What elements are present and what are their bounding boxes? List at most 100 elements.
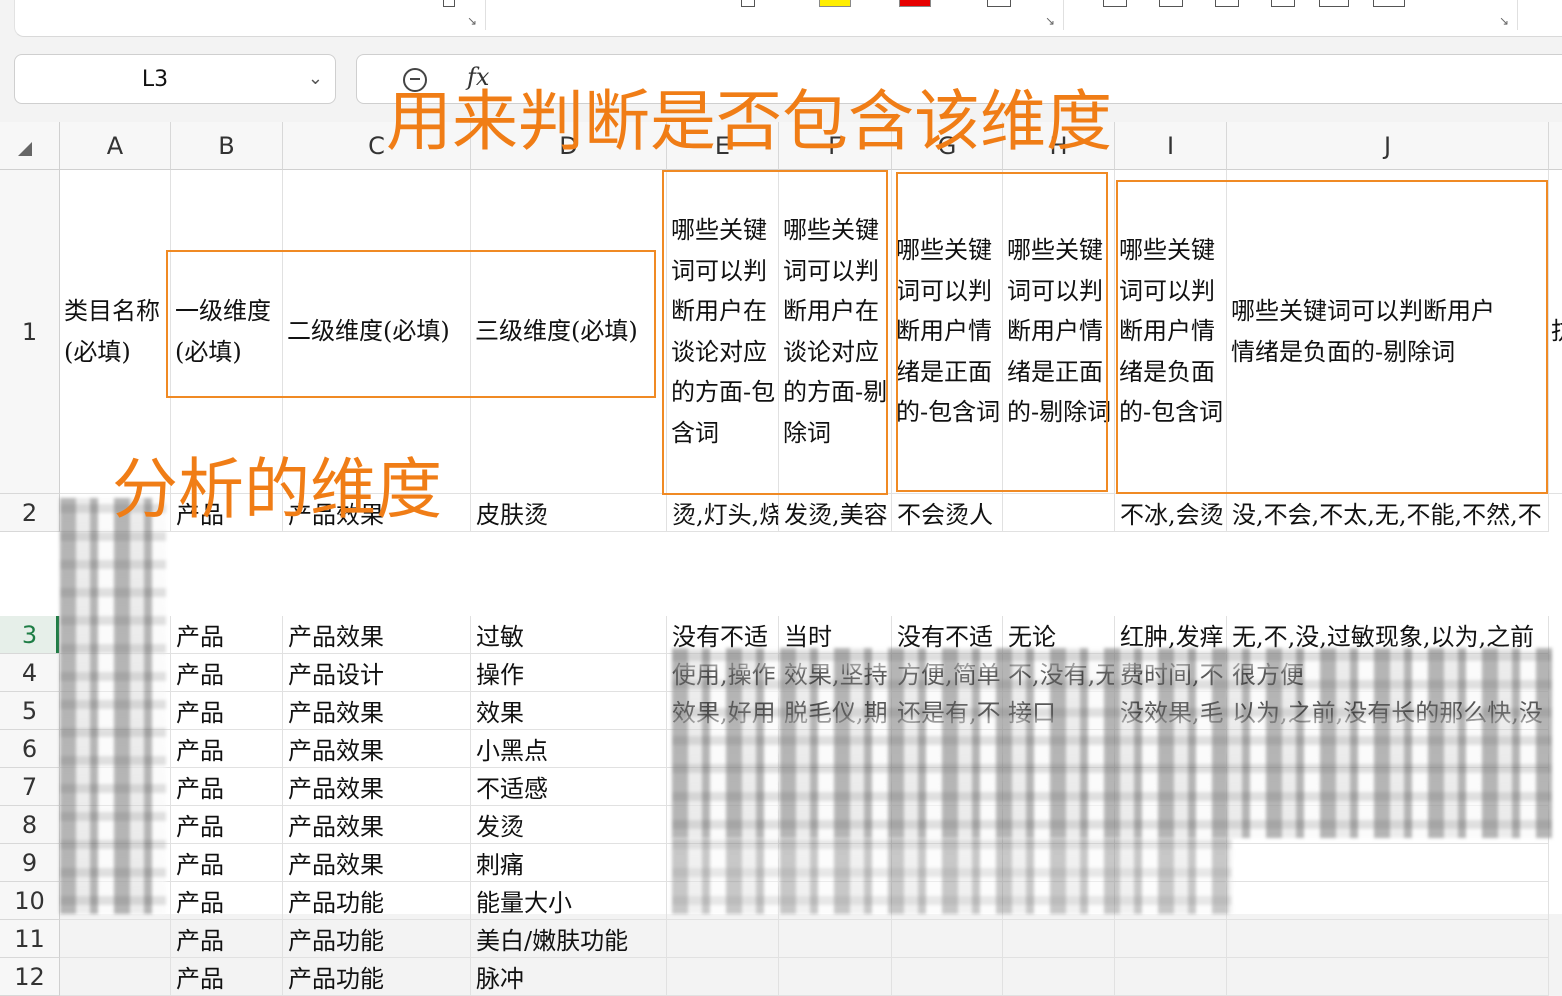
font-color-icon[interactable] <box>899 0 931 7</box>
table-cell[interactable]: 产品效果 <box>283 844 471 882</box>
align-center-icon[interactable] <box>1159 0 1183 7</box>
table-cell[interactable] <box>892 920 1003 958</box>
table-cell[interactable]: 美白/嫩肤功能 <box>471 920 667 958</box>
table-cell[interactable] <box>667 958 779 996</box>
table-cell[interactable]: 产品 <box>171 882 283 920</box>
table-cell[interactable] <box>60 958 171 996</box>
table-cell[interactable]: 不会烫人 <box>892 494 1003 532</box>
table-cell[interactable] <box>779 920 892 958</box>
table-cell[interactable] <box>60 920 171 958</box>
row-header-3[interactable]: 3 <box>0 616 60 654</box>
table-cell[interactable]: 产品 <box>171 692 283 730</box>
row-header-9[interactable]: 9 <box>0 844 60 882</box>
column-header-i[interactable]: I <box>1115 122 1227 170</box>
format-icon[interactable] <box>443 0 455 7</box>
table-cell[interactable]: 产品 <box>171 616 283 654</box>
table-cell[interactable]: 产品设计 <box>283 654 471 692</box>
header-cell-j1[interactable]: 哪些关键词可以判断用户情绪是负面的-剔除词 <box>1227 170 1549 494</box>
table-cell[interactable] <box>1003 494 1115 532</box>
table-cell[interactable]: 产品 <box>171 958 283 996</box>
row-header-1[interactable]: 1 <box>0 170 60 494</box>
row-header-11[interactable]: 11 <box>0 920 60 958</box>
table-cell[interactable]: 脉冲 <box>471 958 667 996</box>
blurred-keywords-area <box>672 648 1552 838</box>
table-cell[interactable]: 产品 <box>171 844 283 882</box>
row-header-6[interactable]: 6 <box>0 730 60 768</box>
table-cell[interactable]: 产品效果 <box>283 768 471 806</box>
table-cell[interactable] <box>1227 844 1549 882</box>
table-cell[interactable] <box>667 920 779 958</box>
dialog-launcher-icon[interactable]: ↘ <box>1045 14 1055 28</box>
table-cell[interactable]: 产品效果 <box>283 692 471 730</box>
table-cell[interactable] <box>1115 920 1227 958</box>
table-cell[interactable]: 产品 <box>171 768 283 806</box>
row-header-4[interactable]: 4 <box>0 654 60 692</box>
column-header-j[interactable]: J <box>1227 122 1549 170</box>
table-cell[interactable]: 刺痛 <box>471 844 667 882</box>
table-cell[interactable] <box>892 958 1003 996</box>
row-header-12[interactable]: 12 <box>0 958 60 996</box>
blurred-category-column <box>60 498 166 914</box>
table-cell[interactable]: 产品效果 <box>283 616 471 654</box>
table-cell[interactable]: 操作 <box>471 654 667 692</box>
table-cell[interactable]: 产品功能 <box>283 920 471 958</box>
header-cell-i1[interactable]: 哪些关键词可以判断用户情绪是负面的-包含词 <box>1115 170 1227 494</box>
table-cell[interactable] <box>1115 958 1227 996</box>
wrap-text-icon[interactable] <box>1319 0 1349 7</box>
table-cell[interactable]: 产品功能 <box>283 958 471 996</box>
underline-icon[interactable] <box>987 0 1011 7</box>
align-right-icon[interactable] <box>1215 0 1239 7</box>
name-box-value: L3 <box>141 67 169 92</box>
row-header-7[interactable]: 7 <box>0 768 60 806</box>
border-icon[interactable] <box>741 0 755 7</box>
table-cell[interactable]: 产品效果 <box>283 730 471 768</box>
table-cell[interactable]: 过敏 <box>471 616 667 654</box>
annotation-include-dimension: 用来判断是否包含该维度 <box>386 83 1112 160</box>
table-cell[interactable]: 皮肤烫 <box>471 494 667 532</box>
header-cell-h1[interactable]: 哪些关键词可以判断用户情绪是正面的-剔除词 <box>1003 170 1115 494</box>
ribbon-separator <box>485 0 486 30</box>
column-header-b[interactable]: B <box>171 122 283 170</box>
column-header-a[interactable]: A <box>60 122 171 170</box>
table-cell[interactable] <box>1003 920 1115 958</box>
highlight-color-icon[interactable] <box>819 0 851 7</box>
header-cell-f1[interactable]: 哪些关键词可以判断用户在谈论对应的方面-剔除词 <box>779 170 892 494</box>
header-cell-k1[interactable]: 抗 <box>1549 170 1562 494</box>
table-cell[interactable]: 不冰,会烫 <box>1115 494 1227 532</box>
table-cell[interactable] <box>1003 958 1115 996</box>
table-cell[interactable]: 没,不会,不太,无,不能,不然,不 <box>1227 494 1549 532</box>
indent-icon[interactable] <box>1271 0 1295 7</box>
table-cell[interactable]: 能量大小 <box>471 882 667 920</box>
dialog-launcher-icon[interactable]: ↘ <box>1499 14 1509 28</box>
table-cell[interactable]: 小黑点 <box>471 730 667 768</box>
table-cell[interactable]: 产品 <box>171 920 283 958</box>
header-cell-d1[interactable]: 三级维度(必填) <box>471 170 667 494</box>
table-cell[interactable]: 产品 <box>171 654 283 692</box>
table-cell[interactable]: 发烫,美容 <box>779 494 892 532</box>
name-box[interactable]: L3 ⌄ <box>14 54 336 104</box>
table-cell[interactable] <box>779 958 892 996</box>
row-header-8[interactable]: 8 <box>0 806 60 844</box>
table-cell[interactable] <box>1227 882 1549 920</box>
column-header-k[interactable] <box>1549 122 1562 170</box>
table-cell[interactable]: 产品功能 <box>283 882 471 920</box>
table-cell[interactable]: 效果 <box>471 692 667 730</box>
table-cell[interactable]: 发烫 <box>471 806 667 844</box>
table-cell[interactable]: 产品效果 <box>283 806 471 844</box>
dialog-launcher-icon[interactable]: ↘ <box>467 14 477 28</box>
row-header-2[interactable]: 2 <box>0 494 60 532</box>
table-cell[interactable] <box>1227 920 1549 958</box>
table-cell[interactable]: 产品 <box>171 806 283 844</box>
merge-cells-icon[interactable] <box>1373 0 1405 7</box>
table-cell[interactable]: 产品 <box>171 730 283 768</box>
row-header-10[interactable]: 10 <box>0 882 60 920</box>
table-cell[interactable]: 不适感 <box>471 768 667 806</box>
table-cell[interactable]: 烫,灯头,烧 <box>667 494 779 532</box>
header-cell-g1[interactable]: 哪些关键词可以判断用户情绪是正面的-包含词 <box>892 170 1003 494</box>
chevron-down-icon[interactable]: ⌄ <box>308 68 323 89</box>
table-cell[interactable] <box>1227 958 1549 996</box>
row-header-5[interactable]: 5 <box>0 692 60 730</box>
select-all-corner[interactable] <box>0 122 60 170</box>
header-cell-e1[interactable]: 哪些关键词可以判断用户在谈论对应的方面-包含词 <box>667 170 779 494</box>
align-left-icon[interactable] <box>1103 0 1127 7</box>
